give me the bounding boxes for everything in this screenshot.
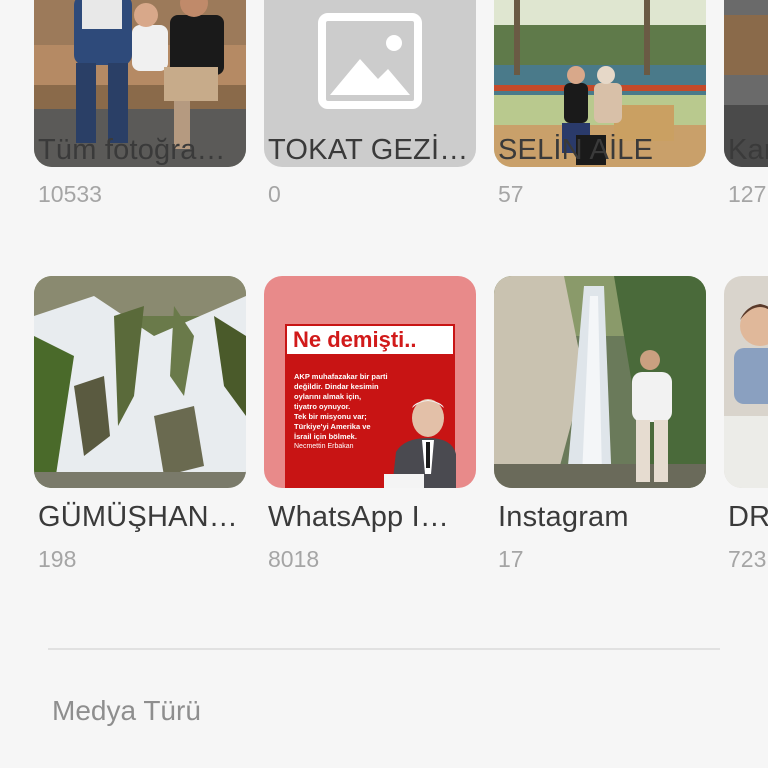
album-instagram[interactable]: Instagram 17 xyxy=(494,276,706,572)
album-dr[interactable]: DR 723 xyxy=(724,276,768,572)
album-thumbnail xyxy=(34,276,246,488)
album-gumushane[interactable]: GÜMÜŞHAN… 198 xyxy=(34,276,246,572)
album-count: 57 xyxy=(498,181,524,207)
album-name: Kar xyxy=(728,134,768,166)
album-all-photos[interactable]: Tüm fotoğra… 10533 xyxy=(34,0,246,207)
section-divider xyxy=(48,648,720,650)
album-kar[interactable]: Kar 127 xyxy=(724,0,768,207)
portrait-figure xyxy=(384,399,456,488)
album-name: SELİN AİLE xyxy=(498,134,654,166)
album-tokat-gezi[interactable]: TOKAT GEZİ… 0 xyxy=(264,0,476,207)
album-grid-screen: Tüm fotoğra… 10533 TOKAT GEZİ… 0 SELİN A… xyxy=(0,0,768,768)
album-name: GÜMÜŞHAN… xyxy=(38,501,238,533)
album-name: TOKAT GEZİ… xyxy=(268,134,469,166)
album-whatsapp-images[interactable]: Ne demişti.. AKP muhafazakar bir parti d… xyxy=(264,276,476,572)
album-name: WhatsApp I… xyxy=(268,501,450,533)
album-thumbnail: Ne demişti.. AKP muhafazakar bir parti d… xyxy=(264,276,476,488)
quote-headline-box: Ne demişti.. xyxy=(285,324,455,356)
quote-line: değildir. Dindar kesimin xyxy=(294,382,379,391)
album-count: 723 xyxy=(728,546,767,572)
album-thumbnail xyxy=(724,276,768,488)
album-name: Tüm fotoğra… xyxy=(38,134,226,166)
album-count: 0 xyxy=(268,181,281,207)
child-photo-thumbnail xyxy=(724,276,768,488)
album-count: 198 xyxy=(38,546,77,572)
waterfall-photo-thumbnail xyxy=(34,276,246,488)
album-name: DR xyxy=(728,501,768,533)
album-count: 127 xyxy=(728,181,767,207)
quote-headline: Ne demişti.. xyxy=(293,327,417,352)
album-count: 17 xyxy=(498,546,524,572)
album-count: 8018 xyxy=(268,546,320,572)
quote-line: AKP muhafazakar bir parti xyxy=(294,372,388,381)
album-count: 10533 xyxy=(38,181,102,207)
album-name: Instagram xyxy=(498,501,629,533)
album-selin-aile[interactable]: SELİN AİLE 57 xyxy=(494,0,706,207)
waterfall-person-thumbnail xyxy=(494,276,706,488)
media-type-section-title: Medya Türü xyxy=(52,695,201,726)
album-thumbnail xyxy=(494,276,706,488)
